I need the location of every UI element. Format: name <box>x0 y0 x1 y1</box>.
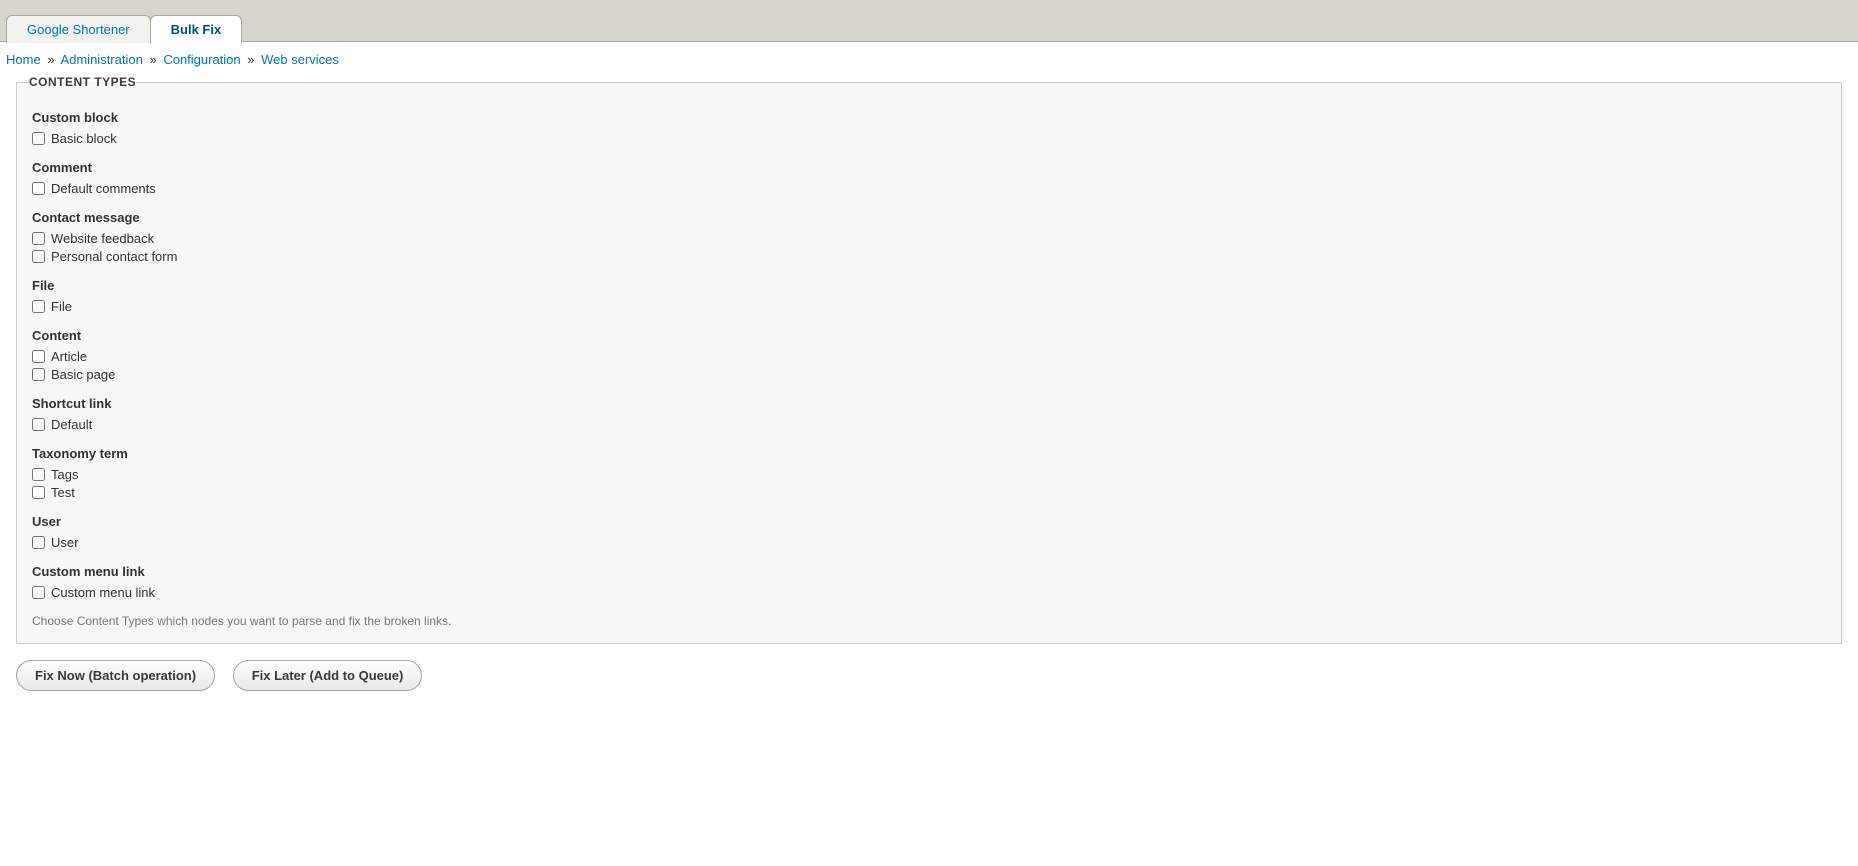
checkbox-test[interactable] <box>32 486 45 499</box>
checkbox-label: Basic page <box>51 367 115 382</box>
group-label-contact-message: Contact message <box>32 210 1826 225</box>
fieldset-legend: CONTENT TYPES <box>29 75 136 89</box>
fix-later-button[interactable]: Fix Later (Add to Queue) <box>233 660 423 691</box>
checkbox-basic-page[interactable] <box>32 368 45 381</box>
checkbox-personal-contact-form[interactable] <box>32 250 45 263</box>
checkbox-default-comments[interactable] <box>32 182 45 195</box>
checkbox-tags[interactable] <box>32 468 45 481</box>
breadcrumb-web-services[interactable]: Web services <box>261 52 339 67</box>
tab-bulk-fix[interactable]: Bulk Fix <box>150 15 243 44</box>
tab-google-shortener[interactable]: Google Shortener <box>6 15 151 43</box>
checkbox-file[interactable] <box>32 300 45 313</box>
checkbox-label: Custom menu link <box>51 585 155 600</box>
tab-bar: Google Shortener Bulk Fix <box>0 0 1858 42</box>
group-label-custom-menu-link: Custom menu link <box>32 564 1826 579</box>
checkbox-label: File <box>51 299 72 314</box>
checkbox-user[interactable] <box>32 536 45 549</box>
fix-now-button[interactable]: Fix Now (Batch operation) <box>16 660 215 691</box>
checkbox-row-article[interactable]: Article <box>32 349 1826 364</box>
checkbox-row-basic-block[interactable]: Basic block <box>32 131 1826 146</box>
checkbox-row-test[interactable]: Test <box>32 485 1826 500</box>
checkbox-label: Tags <box>51 467 78 482</box>
checkbox-website-feedback[interactable] <box>32 232 45 245</box>
checkbox-default[interactable] <box>32 418 45 431</box>
breadcrumb-separator: » <box>149 52 156 67</box>
fieldset-description: Choose Content Types which nodes you wan… <box>32 614 1826 628</box>
checkbox-row-file[interactable]: File <box>32 299 1826 314</box>
breadcrumb-home[interactable]: Home <box>6 52 41 67</box>
tab-list: Google Shortener Bulk Fix <box>6 15 1858 43</box>
checkbox-label: Website feedback <box>51 231 154 246</box>
breadcrumb-separator: » <box>47 52 54 67</box>
checkbox-label: Test <box>51 485 75 500</box>
breadcrumb-administration[interactable]: Administration <box>60 52 142 67</box>
checkbox-row-personal-contact-form[interactable]: Personal contact form <box>32 249 1826 264</box>
group-label-custom-block: Custom block <box>32 110 1826 125</box>
breadcrumb: Home » Administration » Configuration » … <box>0 42 1858 75</box>
checkbox-custom-menu-link[interactable] <box>32 586 45 599</box>
group-label-shortcut-link: Shortcut link <box>32 396 1826 411</box>
checkbox-row-default[interactable]: Default <box>32 417 1826 432</box>
checkbox-row-tags[interactable]: Tags <box>32 467 1826 482</box>
content-wrapper: CONTENT TYPES Custom block Basic block C… <box>0 75 1858 723</box>
group-label-user: User <box>32 514 1826 529</box>
checkbox-label: Personal contact form <box>51 249 177 264</box>
group-label-comment: Comment <box>32 160 1826 175</box>
breadcrumb-separator: » <box>247 52 254 67</box>
checkbox-row-default-comments[interactable]: Default comments <box>32 181 1826 196</box>
checkbox-label: Article <box>51 349 87 364</box>
checkbox-row-user[interactable]: User <box>32 535 1826 550</box>
group-label-file: File <box>32 278 1826 293</box>
checkbox-row-custom-menu-link[interactable]: Custom menu link <box>32 585 1826 600</box>
group-label-taxonomy-term: Taxonomy term <box>32 446 1826 461</box>
checkbox-label: User <box>51 535 78 550</box>
checkbox-row-website-feedback[interactable]: Website feedback <box>32 231 1826 246</box>
group-label-content: Content <box>32 328 1826 343</box>
checkbox-label: Default <box>51 417 92 432</box>
checkbox-article[interactable] <box>32 350 45 363</box>
checkbox-label: Default comments <box>51 181 156 196</box>
checkbox-label: Basic block <box>51 131 117 146</box>
form-actions: Fix Now (Batch operation) Fix Later (Add… <box>16 660 1842 707</box>
checkbox-basic-block[interactable] <box>32 132 45 145</box>
checkbox-row-basic-page[interactable]: Basic page <box>32 367 1826 382</box>
content-types-fieldset: CONTENT TYPES Custom block Basic block C… <box>16 75 1842 644</box>
breadcrumb-configuration[interactable]: Configuration <box>163 52 240 67</box>
